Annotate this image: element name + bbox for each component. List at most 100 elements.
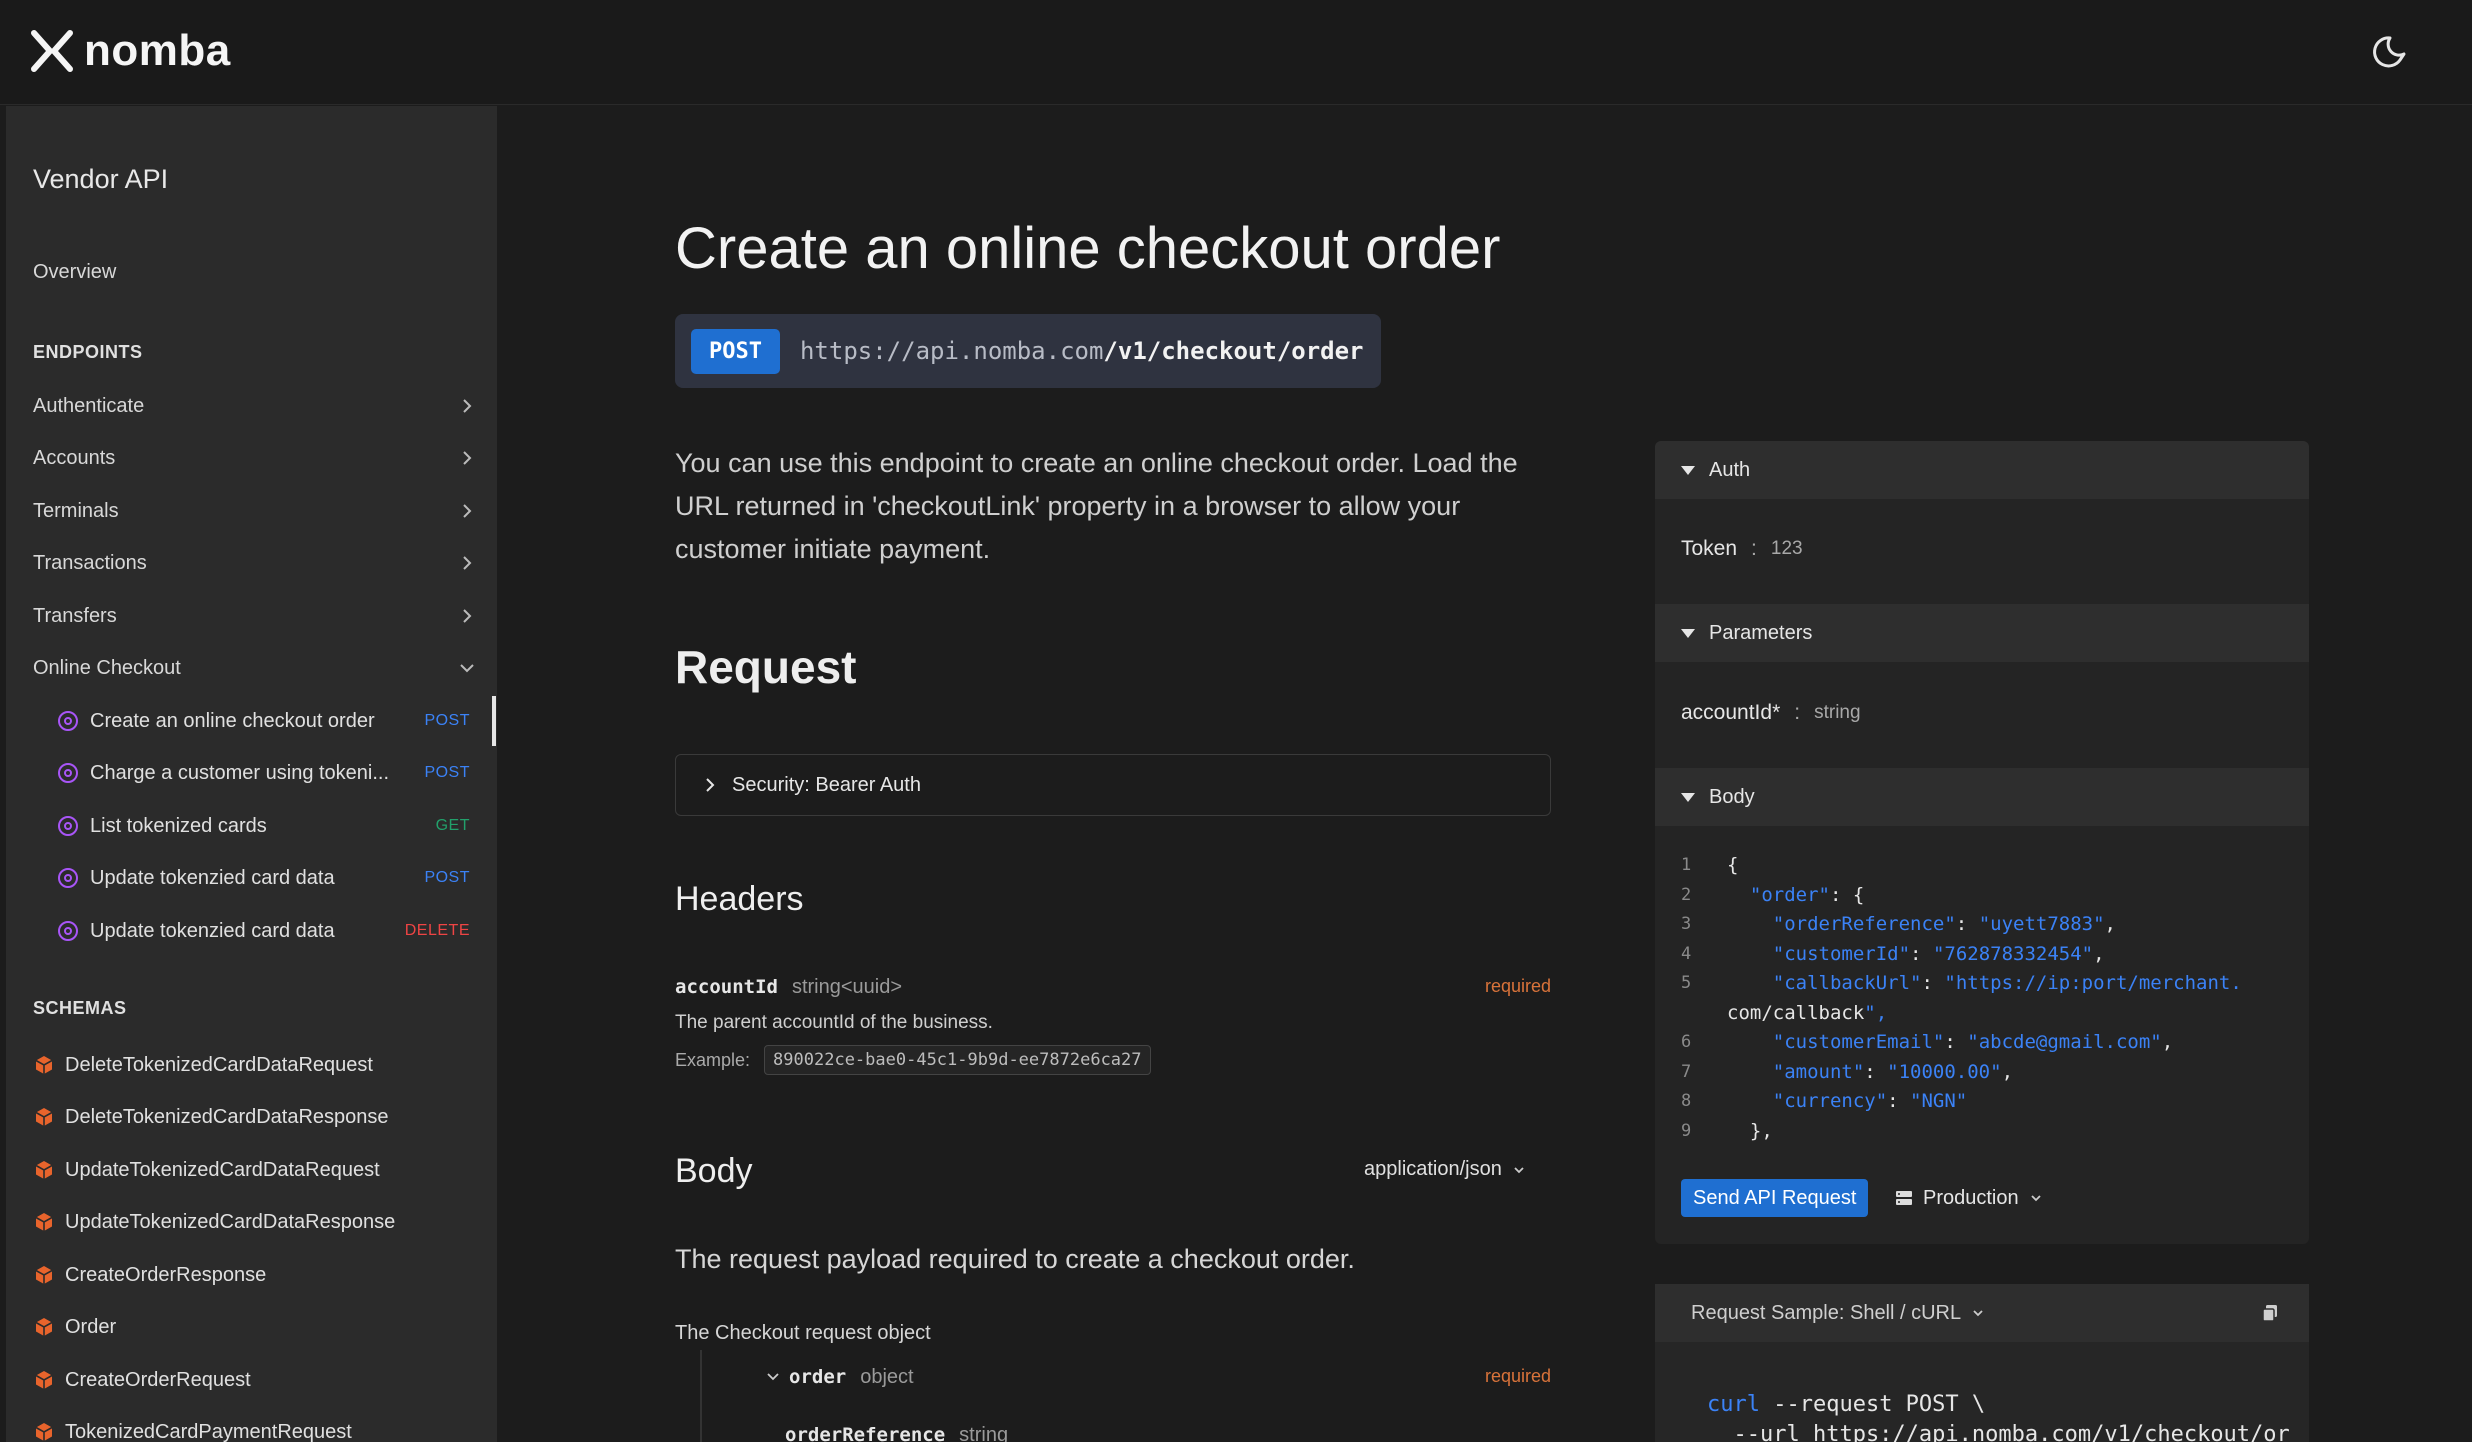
schema-label: DeleteTokenizedCardDataRequest — [65, 1053, 373, 1076]
sidebar-subitem-update-card-post[interactable]: Update tokenzied card data POST — [58, 862, 470, 894]
copy-icon[interactable] — [2261, 1304, 2279, 1322]
schema-item[interactable]: TokenizedCardPaymentRequest — [33, 1416, 352, 1442]
line-text: "currency": "NGN" — [1772, 1090, 1968, 1112]
line-text: }, — [1727, 1119, 1773, 1142]
content-type-select[interactable]: application/json — [1364, 1158, 1526, 1181]
page-title: Create an online checkout order — [675, 216, 1501, 281]
token-row[interactable]: Token : 123 — [1681, 537, 1803, 561]
chevron-down-icon — [2030, 1195, 2041, 1202]
endpoint-description: You can use this endpoint to create an o… — [675, 448, 1518, 564]
body-section-toggle[interactable]: Body — [1655, 768, 2309, 826]
schema-item[interactable]: CreateOrderResponse — [33, 1259, 266, 1291]
method-badge: POST — [424, 764, 470, 781]
sidebar-item-transactions[interactable]: Transactions — [33, 547, 477, 579]
curl-line1-rest: --request POST \ — [1759, 1392, 1986, 1417]
schema-label: TokenizedCardPaymentRequest — [65, 1420, 352, 1442]
payload-description: The request payload required to create a… — [675, 1244, 1355, 1274]
method-badge: POST — [691, 328, 780, 374]
chevron-right-icon — [706, 778, 715, 792]
nomba-logo-icon — [31, 30, 73, 72]
schema-item[interactable]: DeleteTokenizedCardDataResponse — [33, 1101, 389, 1133]
section-label: Parameters — [1709, 621, 1813, 644]
param-row[interactable]: accountId* : string — [1681, 701, 1861, 725]
logo[interactable]: nomba — [30, 26, 231, 76]
sidebar-item-transfers[interactable]: Transfers — [33, 600, 477, 632]
line-number: 1 — [1681, 855, 1692, 875]
schema-item[interactable]: DeleteTokenizedCardDataRequest — [33, 1049, 373, 1081]
endpoint-url[interactable]: https://api.nomba.com/v1/checkout/order — [800, 337, 1364, 365]
section-label: Auth — [1709, 458, 1751, 481]
param-input[interactable]: string — [1814, 702, 1860, 724]
field-description: The parent accountId of the business. — [675, 1012, 993, 1033]
cube-icon — [35, 1108, 53, 1126]
sidebar-subitem-charge-customer[interactable]: Charge a customer using tokeni... POST — [58, 757, 470, 789]
method-badge: POST — [424, 712, 470, 729]
caret-down-icon — [1681, 465, 1695, 475]
line-text: "amount": "10000.00", — [1772, 1060, 2014, 1083]
body-editor[interactable]: 1{2 "order": {3 "orderReference": "uyett… — [1681, 851, 2291, 1146]
sidebar-item-label: Terminals — [33, 499, 119, 522]
body-heading: Body — [675, 1152, 753, 1190]
chevron-down-icon — [1514, 1166, 1524, 1173]
schema-item[interactable]: UpdateTokenizedCardDataResponse — [33, 1206, 395, 1238]
endpoints-heading: ENDPOINTS — [33, 342, 143, 362]
sidebar-item-authenticate[interactable]: Authenticate — [33, 390, 477, 422]
request-sample-panel: Request Sample: Shell / cURL curl --requ… — [1655, 1284, 2309, 1442]
example-value[interactable]: 890022ce-bae0-45c1-9b9d-ee7872e6ca27 — [764, 1045, 1151, 1075]
token-input[interactable]: 123 — [1771, 538, 1803, 560]
field-name: orderReference — [785, 1424, 946, 1442]
sidebar-item-label: Accounts — [33, 446, 116, 469]
code-line: 9 }, — [1681, 1117, 2291, 1147]
line-text: "order": { — [1749, 883, 1865, 906]
caret-down-icon — [1681, 628, 1695, 638]
chevron-right-icon — [463, 399, 472, 413]
schema-item[interactable]: Order — [33, 1311, 116, 1343]
target-icon — [58, 763, 78, 783]
active-indicator — [492, 696, 496, 746]
param-label: accountId* — [1681, 701, 1781, 724]
method-badge: POST — [424, 869, 470, 886]
sidebar-item-label: Transactions — [33, 551, 147, 574]
chevron-down-icon — [1973, 1310, 1983, 1317]
field-name: order — [789, 1366, 847, 1388]
chevron-right-icon — [463, 504, 472, 518]
chevron-down-icon — [767, 1373, 779, 1381]
security-toggle[interactable]: Security: Bearer Auth — [675, 754, 1551, 816]
code-line: com/callback", — [1681, 999, 2291, 1029]
required-label: required — [1484, 1366, 1551, 1386]
parameters-section-toggle[interactable]: Parameters — [1655, 604, 2309, 662]
headers-heading: Headers — [675, 880, 804, 918]
sidebar-item-online-checkout[interactable]: Online Checkout — [33, 652, 477, 684]
cube-icon — [35, 1318, 53, 1336]
separator: : — [1794, 701, 1801, 724]
request-sample-label: Request Sample: Shell / cURL — [1691, 1301, 1962, 1324]
theme-toggle-button[interactable] — [2370, 30, 2414, 74]
sidebar-item-label: Authenticate — [33, 394, 145, 417]
content-type-value: application/json — [1364, 1158, 1502, 1180]
sidebar-item-accounts[interactable]: Accounts — [33, 442, 477, 474]
sidebar-subitem-create-order[interactable]: Create an online checkout order POST — [58, 705, 470, 737]
schema-item[interactable]: UpdateTokenizedCardDataRequest — [33, 1154, 380, 1186]
line-number — [1681, 999, 1727, 1029]
request-sample-header[interactable]: Request Sample: Shell / cURL — [1655, 1284, 2309, 1342]
curl-command: curl — [1707, 1392, 1760, 1417]
sidebar-title: Vendor API — [33, 164, 169, 194]
schema-label: CreateOrderRequest — [65, 1368, 251, 1391]
send-api-request-button[interactable]: Send API Request — [1681, 1179, 1869, 1217]
subitem-label: List tokenized cards — [90, 814, 267, 837]
schema-label: CreateOrderResponse — [65, 1263, 267, 1286]
sidebar-item-label: Online Checkout — [33, 656, 181, 679]
sidebar-item-terminals[interactable]: Terminals — [33, 495, 477, 527]
tree-line — [700, 1350, 702, 1442]
sidebar-subitem-update-card-delete[interactable]: Update tokenzied card data DELETE — [58, 915, 470, 947]
schema-item[interactable]: CreateOrderRequest — [33, 1364, 251, 1396]
sidebar-item-overview[interactable]: Overview — [33, 256, 477, 288]
endpoint-bar: POST https://api.nomba.com/v1/checkout/o… — [675, 314, 1381, 388]
line-number: 3 — [1681, 914, 1692, 934]
environment-select[interactable]: Production — [1895, 1181, 2043, 1215]
auth-section-toggle[interactable]: Auth — [1655, 441, 2309, 499]
line-text: "callbackUrl": "https://ip:port/merchant… — [1772, 972, 2242, 994]
environment-value: Production — [1923, 1186, 2019, 1209]
sidebar-subitem-list-cards[interactable]: List tokenized cards GET — [58, 810, 470, 842]
line-text: "customerEmail": "abcde@gmail.com", — [1772, 1031, 2174, 1053]
